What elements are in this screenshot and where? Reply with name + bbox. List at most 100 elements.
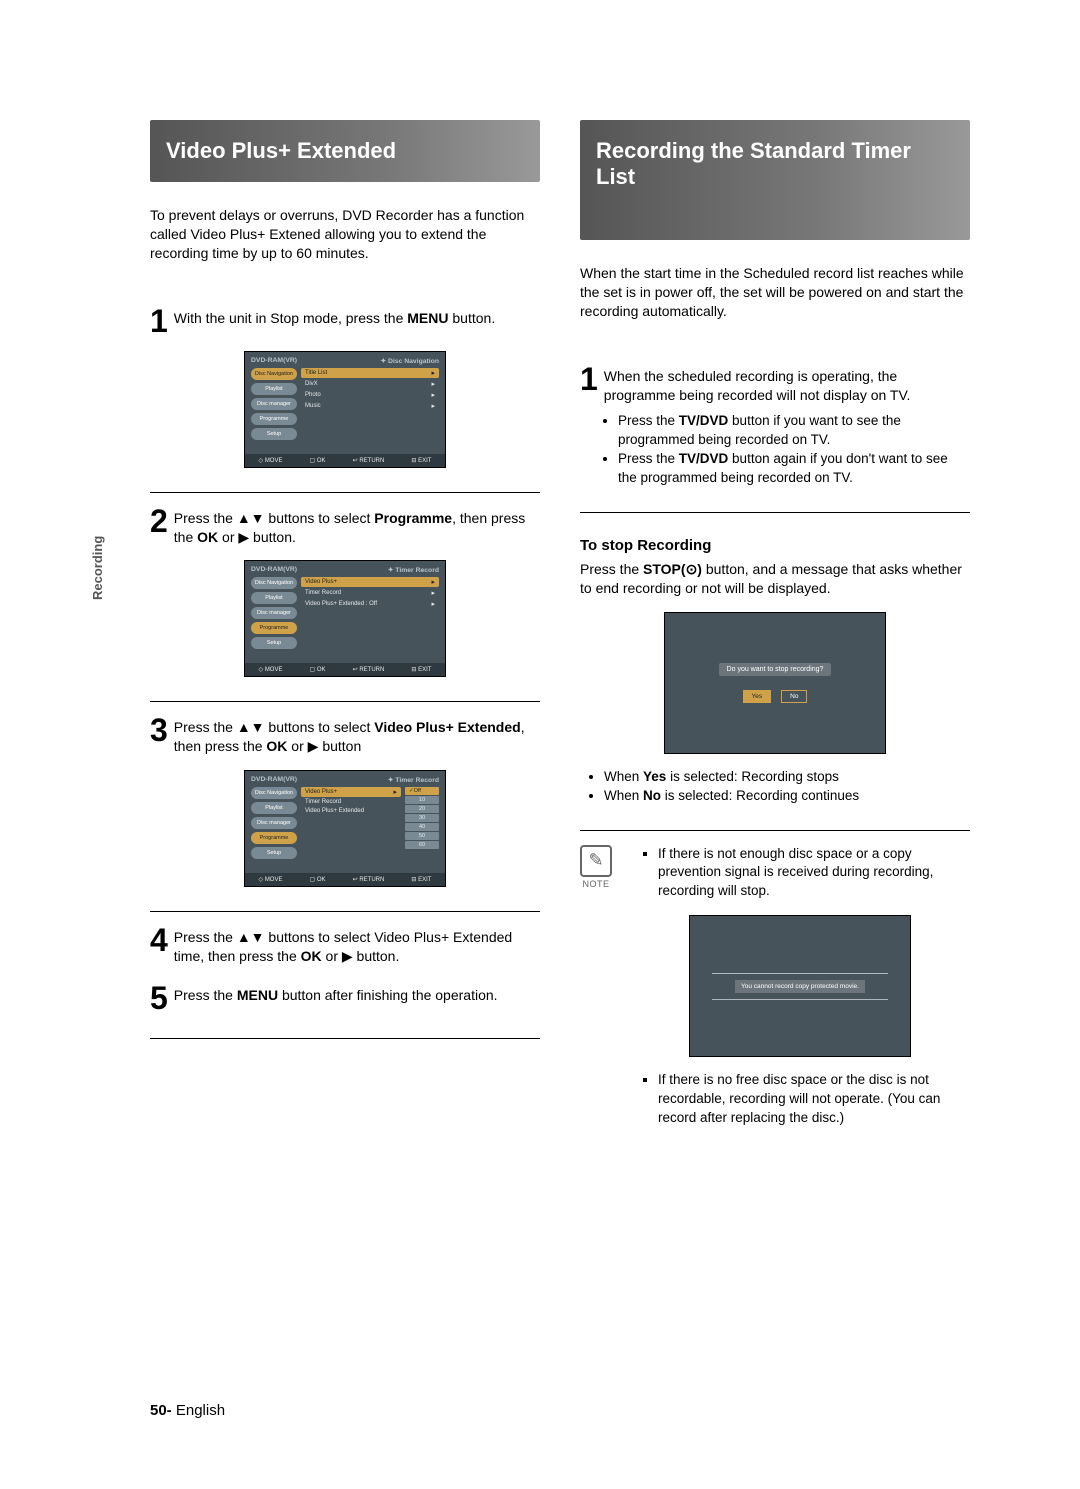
text: Timer Record	[395, 567, 439, 574]
menu-music: Music▸	[301, 401, 439, 411]
label: Video Plus+ Extended	[305, 808, 364, 814]
footer-move: ◇ MOVE	[259, 666, 283, 673]
list-item: If there is no free disc space or the di…	[658, 1071, 970, 1128]
right-title-banner: Recording the Standard Timer List	[580, 120, 970, 240]
text: Press the	[174, 929, 237, 945]
side-disc-manager: Disc manager	[251, 817, 297, 829]
text: buttons to select	[265, 719, 375, 735]
step-number: 3	[150, 714, 168, 746]
arrow-icon: ▸	[431, 402, 435, 410]
menu-video-plus: Video Plus+▸	[301, 787, 401, 797]
note-content: If there is not enough disc space or a c…	[630, 845, 970, 1128]
text: With the unit in Stop mode, press the	[174, 310, 407, 326]
text: button.	[449, 310, 496, 326]
tv-yes-button: Yes	[743, 690, 772, 703]
menu-vpe-off: Video Plus+ Extended : Off▸	[301, 599, 439, 609]
right-arrow-icon: ▶	[238, 529, 249, 545]
tvdvd-bullets: Press the TV/DVD button if you want to s…	[594, 412, 970, 488]
side-programme: Programme	[251, 413, 297, 425]
list-item: When Yes is selected: Recording stops	[604, 768, 970, 787]
text: button.	[249, 529, 296, 545]
step-text: Press the MENU button after finishing th…	[174, 982, 498, 1005]
menu-video-plus: Video Plus+▸	[301, 577, 439, 587]
menu-timer-record: Timer Record▸	[301, 588, 439, 598]
page-footer: 50- English	[150, 1402, 225, 1419]
arrow-icon: ▸	[431, 391, 435, 399]
right-column: Recording the Standard Timer List When t…	[580, 120, 970, 1128]
side-playlist: Playlist	[251, 802, 297, 814]
text: When	[604, 788, 643, 803]
text: Press the	[174, 510, 237, 526]
ok-label: OK	[301, 948, 322, 964]
divider	[580, 512, 970, 513]
opt-50: 50	[405, 832, 439, 840]
step-text: With the unit in Stop mode, press the ME…	[174, 305, 495, 328]
text: OK	[317, 667, 326, 673]
ok-label: OK	[197, 529, 218, 545]
divider	[580, 830, 970, 831]
left-title-banner: Video Plus+ Extended	[150, 120, 540, 182]
text: button	[318, 738, 361, 754]
two-column-layout: Video Plus+ Extended To prevent delays o…	[150, 120, 970, 1128]
yes-label: Yes	[643, 769, 666, 784]
tv-copy-protected-msg: You cannot record copy protected movie.	[735, 980, 865, 993]
opt-30: 30	[405, 814, 439, 822]
text: RETURN	[359, 458, 384, 464]
ui-side-menu: Disc Navigation Playlist Disc manager Pr…	[251, 787, 297, 867]
text: EXIT	[418, 877, 431, 883]
ui-side-menu: Disc Navigation Playlist Disc manager Pr…	[251, 368, 297, 448]
ui-main-menu: Video Plus+▸ Timer Record▸ Video Plus+ E…	[301, 577, 439, 657]
stop-recording-text: Press the STOP(⊙) button, and a message …	[580, 560, 970, 598]
text: RETURN	[359, 667, 384, 673]
footer-exit: ⊟ EXIT	[411, 666, 431, 673]
text: OK	[317, 877, 326, 883]
step-2: 2 Press the ▲▼ buttons to select Program…	[150, 503, 540, 547]
arrow-icon: ▸	[393, 788, 397, 796]
footer-exit: ⊟ EXIT	[411, 457, 431, 464]
side-playlist: Playlist	[251, 592, 297, 604]
list-item: Press the TV/DVD button again if you don…	[618, 450, 970, 488]
ui-footer: ◇ MOVE ▢ OK ↩ RETURN ⊟ EXIT	[245, 454, 445, 467]
tv-choices: Yes No	[743, 690, 808, 703]
side-setup: Setup	[251, 637, 297, 649]
ui-footer: ◇ MOVE ▢ OK ↩ RETURN ⊟ EXIT	[245, 663, 445, 676]
vpe-options: ✓ Off 10 20 30 40 50 60	[405, 787, 439, 867]
ui-side-menu: Disc Navigation Playlist Disc manager Pr…	[251, 577, 297, 657]
note-block: ✎ NOTE If there is not enough disc space…	[580, 845, 970, 1128]
step-1: 1 With the unit in Stop mode, press the …	[150, 303, 540, 337]
label: Photo	[305, 392, 321, 398]
step-text: Press the ▲▼ buttons to select Programme…	[174, 505, 540, 547]
label: Timer Record	[305, 590, 341, 596]
arrow-icon: ▸	[431, 369, 435, 377]
text: RETURN	[359, 877, 384, 883]
text: Press the	[580, 561, 643, 577]
menu-label: MENU	[407, 310, 448, 326]
text: Disc Navigation	[388, 358, 439, 365]
side-disc-navigation: Disc Navigation	[251, 577, 297, 589]
text: Timer Record	[395, 777, 439, 784]
text: MOVE	[265, 458, 283, 464]
ui-main-menu: Video Plus+▸ Timer Record Video Plus+ Ex…	[301, 787, 401, 867]
arrow-icon: ▸	[431, 600, 435, 608]
section-tab: Recording	[90, 536, 105, 600]
side-disc-navigation: Disc Navigation	[251, 368, 297, 380]
text: Press the	[618, 451, 679, 466]
ui-title-left: DVD-RAM(VR)	[251, 357, 297, 365]
divider	[150, 492, 540, 493]
divider	[150, 1038, 540, 1039]
side-playlist: Playlist	[251, 383, 297, 395]
side-setup: Setup	[251, 847, 297, 859]
text: buttons to select	[265, 510, 375, 526]
opt-10: 10	[405, 796, 439, 804]
up-down-arrow-icon: ▲▼	[237, 719, 265, 735]
arrow-icon: ▸	[431, 578, 435, 586]
ui-title-right: ✦ Timer Record	[388, 776, 439, 784]
right-arrow-icon: ▶	[342, 948, 353, 964]
footer-exit: ⊟ EXIT	[411, 876, 431, 883]
step-3: 3 Press the ▲▼ buttons to select Video P…	[150, 712, 540, 756]
side-disc-manager: Disc manager	[251, 398, 297, 410]
footer-move: ◇ MOVE	[259, 876, 283, 883]
right-intro: When the start time in the Scheduled rec…	[580, 264, 970, 321]
list-item: When No is selected: Recording continues	[604, 787, 970, 806]
text: Press the	[174, 987, 237, 1003]
